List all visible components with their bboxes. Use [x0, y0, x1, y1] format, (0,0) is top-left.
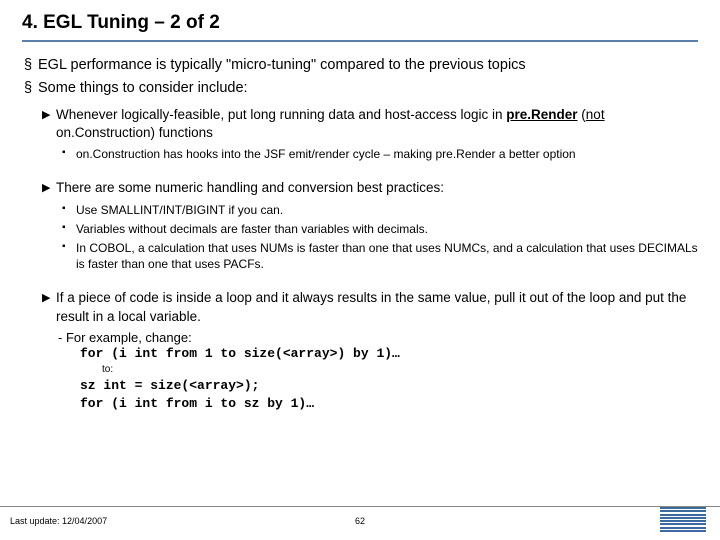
bullet-level3: ▪ Use SMALLINT/INT/BIGINT if you can.	[62, 202, 698, 218]
bullet-text: In COBOL, a calculation that uses NUMs i…	[76, 240, 698, 272]
emphasis-not: not	[586, 107, 605, 122]
ibm-logo-icon	[660, 507, 706, 532]
bullet-level2: ▶ If a piece of code is inside a loop an…	[42, 289, 698, 325]
bullet-text: There are some numeric handling and conv…	[56, 179, 444, 197]
bullet-level2: ▶ There are some numeric handling and co…	[42, 179, 698, 197]
bullet-level3: ▪ In COBOL, a calculation that uses NUMs…	[62, 240, 698, 272]
last-update-label: Last update: 12/04/2007	[0, 516, 107, 526]
code-line: sz int = size(<array>);	[80, 377, 698, 395]
page-number: 62	[355, 516, 365, 526]
slide-title: 4. EGL Tuning – 2 of 2	[22, 12, 698, 42]
square-bullet-icon: §	[24, 79, 38, 98]
arrow-bullet-icon: ▶	[42, 289, 56, 325]
bullet-text: on.Construction has hooks into the JSF e…	[76, 146, 576, 162]
bullet-level1: § Some things to consider include:	[24, 79, 698, 98]
bullet-text: EGL performance is typically "micro-tuni…	[38, 56, 526, 75]
code-note-to: to:	[102, 364, 698, 375]
arrow-bullet-icon: ▶	[42, 179, 56, 197]
slide-footer: Last update: 12/04/2007 62	[0, 506, 720, 534]
bullet-level2: ▶ Whenever logically-feasible, put long …	[42, 106, 698, 142]
example-label: - For example, change:	[58, 330, 698, 345]
square-bullet-icon: ▪	[62, 240, 76, 272]
code-line: for (i int from 1 to size(<array>) by 1)…	[80, 345, 698, 363]
bullet-text: Use SMALLINT/INT/BIGINT if you can.	[76, 202, 283, 218]
bullet-text: Variables without decimals are faster th…	[76, 221, 428, 237]
bullet-level3: ▪ Variables without decimals are faster …	[62, 221, 698, 237]
code-line: for (i int from i to sz by 1)…	[80, 395, 698, 413]
square-bullet-icon: ▪	[62, 146, 76, 162]
bullet-level1: § EGL performance is typically "micro-tu…	[24, 56, 698, 75]
arrow-bullet-icon: ▶	[42, 106, 56, 142]
emphasis-prerender: pre.Render	[506, 107, 577, 122]
bullet-level3: ▪ on.Construction has hooks into the JSF…	[62, 146, 698, 162]
square-bullet-icon: ▪	[62, 221, 76, 237]
bullet-text: If a piece of code is inside a loop and …	[56, 289, 698, 325]
square-bullet-icon: ▪	[62, 202, 76, 218]
square-bullet-icon: §	[24, 56, 38, 75]
bullet-text: Some things to consider include:	[38, 79, 248, 98]
bullet-text: Whenever logically-feasible, put long ru…	[56, 106, 698, 142]
